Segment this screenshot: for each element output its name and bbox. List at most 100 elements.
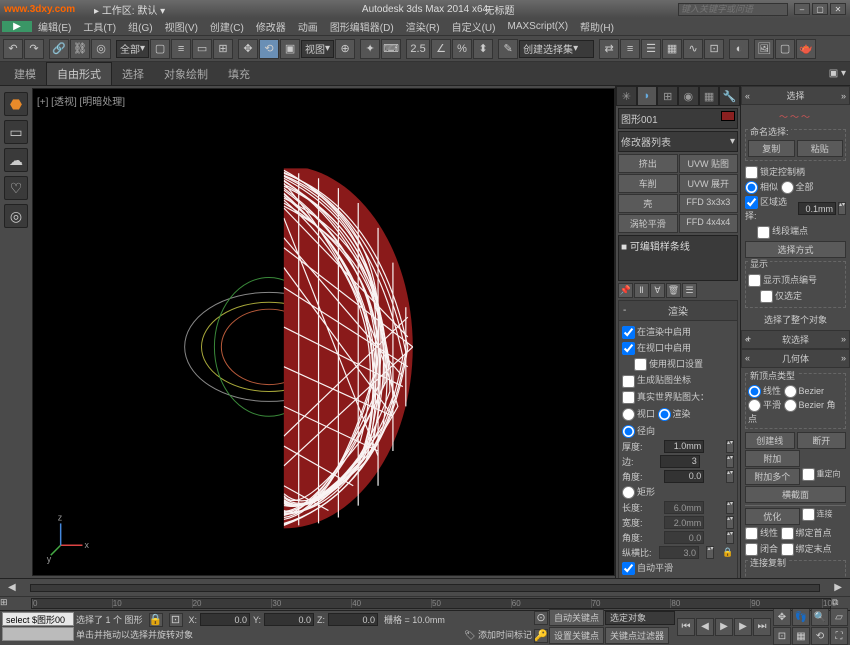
x-coord[interactable]: 0.0 bbox=[200, 613, 250, 626]
chk-enable-viewport[interactable]: 在视口中启用 bbox=[622, 340, 734, 356]
toggle-ribbon-icon[interactable]: ▦ bbox=[662, 39, 682, 59]
rotate-icon[interactable]: ⟲ bbox=[259, 39, 279, 59]
chk-connect[interactable]: 连接 bbox=[802, 508, 847, 525]
unique-icon[interactable]: ∀ bbox=[650, 283, 665, 298]
heart-icon[interactable]: ♡ bbox=[4, 176, 28, 200]
rad-alike[interactable]: 相似 bbox=[745, 182, 778, 192]
chk-reorient[interactable]: 重定向 bbox=[802, 468, 847, 485]
rollout-render[interactable]: 渲染 bbox=[619, 301, 737, 321]
chk-bind-first[interactable]: 绑定首点 bbox=[781, 528, 832, 538]
play-icon[interactable]: ▶ bbox=[715, 618, 733, 636]
tab-hierarchy-icon[interactable]: ⊞ bbox=[657, 86, 678, 106]
render-frame-icon[interactable]: ▢ bbox=[775, 39, 795, 59]
sel-method-button[interactable]: 选择方式 bbox=[745, 241, 846, 258]
chk-gen-map[interactable]: 生成贴图坐标 bbox=[622, 372, 734, 388]
curve-editor-icon[interactable]: ∿ bbox=[683, 39, 703, 59]
render-icon[interactable]: 🫖 bbox=[796, 39, 816, 59]
angle-field[interactable]: 0.0 bbox=[664, 470, 704, 483]
named-sel-set[interactable]: 创建选择集 ▾ bbox=[519, 40, 594, 58]
menu-render[interactable]: 渲染(R) bbox=[400, 19, 446, 34]
sel-rollout[interactable]: 选择 bbox=[741, 86, 850, 105]
y-coord[interactable]: 0.0 bbox=[264, 613, 314, 626]
area-sel-field[interactable]: 0.1mm bbox=[798, 202, 836, 215]
sides-spinner[interactable]: ▴▾ bbox=[726, 455, 734, 468]
keyboard-icon[interactable]: ⌨ bbox=[381, 39, 401, 59]
mod-ffd4[interactable]: FFD 4x4x4 bbox=[679, 214, 739, 233]
cloud-icon[interactable]: ☁ bbox=[4, 148, 28, 172]
copy-button[interactable]: 复制 bbox=[748, 140, 795, 157]
menu-group[interactable]: 组(G) bbox=[122, 19, 158, 34]
z-coord[interactable]: 0.0 bbox=[328, 613, 378, 626]
rad-render[interactable]: 渲染 bbox=[658, 409, 691, 419]
attach-multi-button[interactable]: 附加多个 bbox=[745, 468, 800, 485]
rad-smooth[interactable]: 平滑 bbox=[748, 400, 781, 410]
show-result-icon[interactable]: Ⅱ bbox=[634, 283, 649, 298]
redo-icon[interactable]: ↷ bbox=[24, 39, 44, 59]
menu-view[interactable]: 视图(V) bbox=[159, 19, 204, 34]
minimize-button[interactable]: – bbox=[794, 3, 810, 15]
tab-utilities-icon[interactable]: 🔧 bbox=[719, 86, 740, 106]
chk-use-viewport[interactable]: 使用视口设置 bbox=[622, 356, 734, 372]
percent-snap-icon[interactable]: % bbox=[452, 39, 472, 59]
wheel-icon[interactable]: ◎ bbox=[4, 204, 28, 228]
viewport-label[interactable]: [+] [透视] [明暗处理] bbox=[37, 93, 125, 108]
attach-button[interactable]: 附加 bbox=[745, 450, 800, 467]
menu-anim[interactable]: 动画 bbox=[292, 19, 324, 34]
menu-tool[interactable]: 工具(T) bbox=[77, 19, 122, 34]
layer-explorer-icon[interactable]: ▭ bbox=[4, 120, 28, 144]
unlink-icon[interactable]: ⛓ bbox=[70, 39, 90, 59]
lock-icon[interactable]: 🔒 bbox=[722, 547, 734, 559]
select-name-icon[interactable]: ≡ bbox=[171, 39, 191, 59]
ribbon-collapse-icon[interactable]: ▣ ▾ bbox=[829, 68, 846, 79]
break-button[interactable]: 断开 bbox=[797, 432, 847, 449]
cross-button[interactable]: 横截面 bbox=[745, 486, 846, 503]
setkey-icon[interactable]: 🔑 bbox=[534, 629, 548, 643]
timeline[interactable]: 0102030405060708090100 bbox=[31, 598, 831, 609]
angle-snap-icon[interactable]: ∠ bbox=[431, 39, 451, 59]
mod-uvw-unwrap[interactable]: UVW 展开 bbox=[679, 174, 739, 193]
rad-viewport[interactable]: 视口 bbox=[622, 409, 655, 419]
select-icon[interactable]: ▢ bbox=[150, 39, 170, 59]
maximize-button[interactable]: ▢ bbox=[812, 3, 828, 15]
chk-lock-handles[interactable]: 锁定控制柄 bbox=[745, 164, 846, 180]
link-icon[interactable]: 🔗 bbox=[49, 39, 69, 59]
tab-display-icon[interactable]: ▦ bbox=[699, 86, 720, 106]
bind-icon[interactable]: ◎ bbox=[91, 39, 111, 59]
track-toggle-icon[interactable]: ⊞ bbox=[0, 597, 30, 610]
tab-fill[interactable]: 填充 bbox=[218, 63, 260, 85]
menu-script[interactable]: MAXScript(X) bbox=[501, 21, 574, 32]
chk-real-world[interactable]: 真实世界贴图大： bbox=[622, 389, 734, 405]
nav-fov-icon[interactable]: ▱ bbox=[830, 608, 848, 626]
rad-bezier[interactable]: Bezier bbox=[784, 386, 825, 396]
rad-all[interactable]: 全部 bbox=[781, 182, 814, 192]
tab-motion-icon[interactable]: ◉ bbox=[678, 86, 699, 106]
mod-shell[interactable]: 壳 bbox=[618, 194, 678, 213]
scale-icon[interactable]: ▣ bbox=[280, 39, 300, 59]
tab-create-icon[interactable]: ✳ bbox=[616, 86, 637, 106]
pin-icon[interactable]: 📌 bbox=[618, 283, 633, 298]
nav-orbit-icon[interactable]: ⟲ bbox=[811, 627, 829, 645]
chk-area-sel[interactable]: 区域选择: bbox=[745, 195, 796, 222]
prev-frame-icon[interactable]: ◀ bbox=[696, 618, 714, 636]
nav-pan-icon[interactable]: ✥ bbox=[773, 608, 791, 626]
menu-graph[interactable]: 图形编辑器(D) bbox=[324, 19, 400, 34]
tab-modify-icon[interactable]: ◗ bbox=[637, 86, 658, 106]
time-tag[interactable]: 🏷 添加时间标记 bbox=[464, 628, 532, 641]
sides-field[interactable]: 3 bbox=[660, 455, 700, 468]
key-filter-drop[interactable]: 选定对象 bbox=[605, 611, 675, 625]
goto-start-icon[interactable]: ⏮ bbox=[677, 618, 695, 636]
spline-subobj-icons[interactable]: ～〜～ bbox=[745, 107, 846, 126]
soft-rollout[interactable]: +软选择 bbox=[741, 330, 850, 349]
goto-end-icon[interactable]: ⏭ bbox=[753, 618, 771, 636]
manip-icon[interactable]: ✦ bbox=[360, 39, 380, 59]
render-setup-icon[interactable]: 🖼 bbox=[754, 39, 774, 59]
iso-sel-icon[interactable]: ⊡ bbox=[169, 613, 183, 627]
tab-freeform[interactable]: 自由形式 bbox=[46, 62, 112, 85]
nav-zoomall-icon[interactable]: ▦ bbox=[792, 627, 810, 645]
setkey-button[interactable]: 设置关键点 bbox=[549, 627, 604, 644]
keyfilter-button[interactable]: 关键点过滤器 bbox=[605, 627, 669, 644]
time-slider[interactable] bbox=[30, 584, 820, 592]
modifier-stack[interactable]: ■ 可编辑样条线 bbox=[618, 235, 738, 281]
optimize-button[interactable]: 优化 bbox=[745, 508, 800, 525]
workspace-label[interactable]: ▸ 工作区: 默认 ▾ bbox=[94, 2, 165, 17]
